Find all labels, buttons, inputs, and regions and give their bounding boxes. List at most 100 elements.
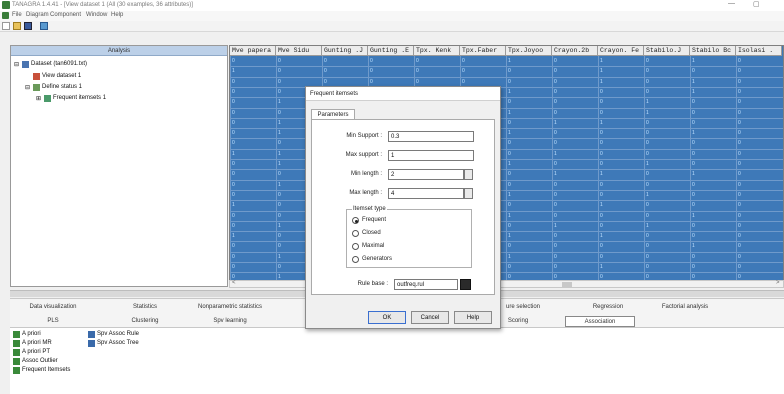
table-cell: 1 — [646, 161, 649, 167]
table-cell: 0 — [324, 68, 327, 75]
menu-file[interactable]: File — [12, 12, 22, 18]
min-length-input[interactable]: 2 — [388, 169, 464, 180]
column-header[interactable]: Mve Sidu — [276, 46, 322, 56]
table-cell: 0 — [692, 68, 695, 75]
table-cell: 0 — [600, 243, 603, 250]
tab-spv-learning[interactable]: Spv learning — [200, 318, 260, 324]
column-header[interactable]: Stabilo.J — [644, 46, 690, 56]
open-folder-icon[interactable] — [13, 22, 21, 30]
parameters-panel: Min Support : 0.3 Max support : 1 Min le… — [311, 119, 495, 295]
column-header[interactable]: Crayon.2b — [552, 46, 598, 56]
table-cell: 0 — [646, 181, 649, 188]
tab-pls[interactable]: PLS — [18, 318, 88, 324]
table-cell: 0 — [278, 191, 281, 198]
table-cell: 0 — [692, 119, 695, 126]
tab-factorial-analysis[interactable]: Factorial analysis — [650, 304, 720, 310]
help-button[interactable]: Help — [454, 311, 492, 324]
table-cell: 0 — [738, 202, 741, 209]
tab-nonparametric-statistics[interactable]: Nonparametric statistics — [185, 304, 275, 310]
table-cell: 1 — [600, 233, 603, 240]
menu-window[interactable]: Window — [86, 12, 107, 18]
separator — [0, 31, 784, 32]
menu-component[interactable]: Component — [50, 12, 81, 18]
column-header[interactable]: Tpx.Faber — [460, 46, 506, 56]
column-header[interactable]: Isolasi . — [736, 46, 782, 56]
table-cell: 0 — [646, 233, 649, 240]
column-header[interactable]: Stabilo Bc — [690, 46, 736, 56]
table-cell: 0 — [232, 88, 235, 95]
analysis-panel: Analysis ⊟ Dataset (tan6091.txt) View da… — [10, 45, 228, 287]
table-cell: 0 — [508, 181, 511, 188]
component-icon — [13, 340, 20, 347]
column-header[interactable]: Crayon. Fe — [598, 46, 644, 56]
table-cell: 1 — [232, 202, 235, 209]
table-cell: 0 — [692, 222, 695, 229]
diagram-icon[interactable] — [40, 22, 48, 30]
minimize-button[interactable]: — — [728, 0, 735, 7]
table-cell: 1 — [508, 253, 511, 260]
ok-button[interactable]: OK — [368, 311, 406, 324]
radio-icon[interactable] — [352, 230, 359, 237]
column-header[interactable]: Tpx.Joyoo — [506, 46, 552, 56]
component-icon — [88, 340, 95, 347]
cancel-button[interactable]: Cancel — [411, 311, 449, 324]
table-cell: 0 — [508, 140, 511, 147]
min-support-input[interactable]: 0.3 — [388, 131, 474, 142]
table-cell: 0 — [600, 109, 603, 116]
menu-diagram[interactable]: Diagram — [26, 12, 49, 18]
column-header[interactable]: Gunting .E — [368, 46, 414, 56]
table-cell: 1 — [692, 88, 695, 95]
radio-icon[interactable] — [352, 256, 359, 263]
tab-association[interactable]: Association — [565, 316, 635, 327]
max-length-stepper[interactable] — [464, 188, 473, 199]
new-file-icon[interactable] — [2, 22, 10, 30]
browse-save-icon[interactable] — [460, 279, 471, 290]
table-cell: 1 — [508, 130, 511, 137]
tab-clustering[interactable]: Clustering — [120, 318, 170, 324]
table-cell: 0 — [232, 58, 235, 64]
tab-data-visualization[interactable]: Data visualization — [18, 304, 88, 310]
expand-icon[interactable]: ⊞ — [36, 95, 41, 102]
collapse-icon[interactable]: ⊟ — [14, 61, 19, 68]
table-cell: 0 — [278, 243, 281, 250]
collapse-icon[interactable]: ⊟ — [25, 84, 30, 91]
table-cell: 0 — [692, 233, 695, 240]
scroll-right-icon[interactable]: > — [776, 280, 780, 286]
column-header[interactable]: Tpx. Kenk — [414, 46, 460, 56]
min-length-stepper[interactable] — [464, 169, 473, 180]
max-length-input[interactable]: 4 — [388, 188, 464, 199]
grid-divider — [230, 66, 783, 68]
column-header[interactable]: Mve papera — [230, 46, 276, 56]
save-icon[interactable] — [24, 22, 32, 30]
table-cell: 0 — [508, 119, 511, 126]
radio-icon[interactable] — [352, 217, 359, 224]
radio-icon[interactable] — [352, 243, 359, 250]
menu-help[interactable]: Help — [111, 12, 123, 18]
table-icon — [22, 61, 29, 68]
scroll-thumb[interactable] — [562, 282, 572, 287]
rule-base-input[interactable]: outfreq.rul — [394, 279, 458, 290]
table-cell: 0 — [600, 99, 603, 106]
table-cell: 0 — [692, 191, 695, 198]
max-support-input[interactable]: 1 — [388, 150, 474, 161]
table-cell: 1 — [692, 130, 695, 137]
column-header[interactable]: Gunting .J — [322, 46, 368, 56]
frequent-itemsets-dialog: Frequent itemsets Parameters Min Support… — [305, 86, 501, 329]
scroll-left-icon[interactable]: < — [232, 280, 236, 286]
table-cell: 0 — [278, 171, 281, 178]
tab-statistics[interactable]: Statistics — [120, 304, 170, 310]
table-cell: 0 — [646, 150, 649, 157]
dialog-title: Frequent itemsets — [306, 87, 500, 101]
table-cell: 1 — [508, 109, 511, 116]
table-cell: 0 — [738, 140, 741, 147]
table-cell: 0 — [232, 212, 235, 219]
component-icon — [13, 358, 20, 365]
table-cell: 0 — [554, 140, 557, 147]
component-label: Assoc Outlier — [22, 358, 58, 364]
restore-button[interactable]: ▢ — [753, 0, 760, 8]
table-cell: 0 — [738, 109, 741, 116]
max-length-label: Max length : — [349, 190, 382, 196]
grid-divider — [230, 76, 783, 78]
table-cell: 0 — [738, 253, 741, 260]
tab-regression[interactable]: Regression — [573, 304, 643, 310]
